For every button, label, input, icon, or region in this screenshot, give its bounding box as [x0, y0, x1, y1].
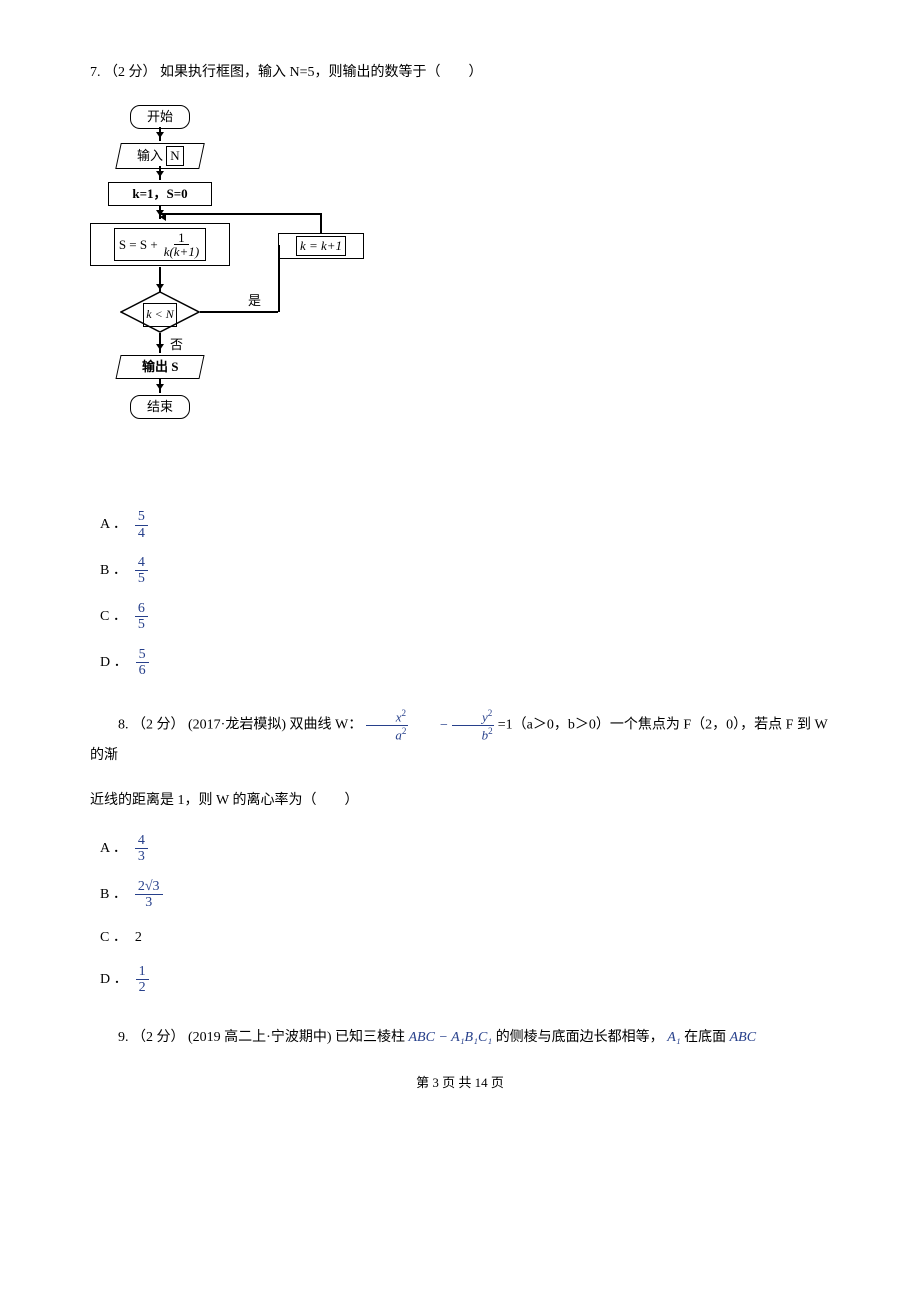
base-abc: ABC — [730, 1030, 756, 1045]
fc-end: 结束 — [130, 395, 190, 419]
fraction-icon: 45 — [135, 555, 148, 587]
fc-yes-label: 是 — [248, 289, 261, 312]
fc-init: k=1，S=0 — [108, 182, 212, 206]
fraction-icon: 54 — [135, 509, 148, 541]
q8-line2: 近线的距离是 1，则 W 的离心率为（ ） — [90, 788, 830, 813]
question-7: 7. （2 分） 如果执行框图，输入 N=5，则输出的数等于（ ） — [90, 60, 830, 85]
fc-no-label: 否 — [170, 333, 183, 356]
fraction-icon: 65 — [135, 601, 148, 633]
q8-choice-d: D ． 12 — [100, 964, 830, 996]
fc-arrow-icon — [159, 267, 161, 293]
prism-expr: ABC − A₁B₁C₁ — [409, 1030, 493, 1045]
q7-choice-b: B ． 45 — [100, 555, 830, 587]
fc-arrow-icon — [159, 166, 161, 180]
hyperbola-expr: x2a2 − y2b2 — [366, 708, 495, 742]
fc-line — [160, 213, 322, 215]
fraction-icon: 2√33 — [135, 879, 163, 911]
fc-arrow-icon — [159, 333, 161, 353]
question-8: 8. （2 分） (2017·龙岩模拟) 双曲线 W： x2a2 − y2b2 … — [90, 708, 830, 767]
fraction-icon: 43 — [135, 833, 148, 865]
point-a1: A₁ — [667, 1030, 680, 1045]
q7-points: （2 分） — [104, 65, 157, 80]
fraction-icon: 56 — [136, 647, 149, 679]
fc-line — [320, 213, 322, 233]
q8-choice-a: A ． 43 — [100, 833, 830, 865]
fc-line — [200, 311, 278, 313]
fraction-icon: 12 — [136, 964, 149, 996]
q7-choice-c: C ． 65 — [100, 601, 830, 633]
fc-formula: S = S + 1 k(k+1) — [90, 223, 230, 266]
fc-output: 输出 S — [115, 355, 204, 379]
flowchart: 开始 输入 N k=1，S=0 S = S + 1 k(k+1) — [90, 105, 410, 465]
fc-line — [278, 245, 280, 312]
q7-text: 如果执行框图，输入 N=5，则输出的数等于（ ） — [160, 65, 483, 80]
q8-choice-c: C ． 2 — [100, 925, 830, 950]
fc-increment: k = k+1 — [278, 233, 364, 259]
fc-arrow-icon — [159, 379, 161, 393]
q7-number: 7. — [90, 65, 101, 80]
fc-start: 开始 — [130, 105, 190, 129]
question-9: 9. （2 分） (2019 高二上·宁波期中) 已知三棱柱 ABC − A₁B… — [90, 1025, 830, 1050]
fc-arrow-icon — [159, 127, 161, 141]
q7-choice-a: A ． 54 — [100, 509, 830, 541]
q7-choice-d: D ． 56 — [100, 647, 830, 679]
page-footer: 第 3 页 共 14 页 — [90, 1071, 830, 1094]
fc-arrowhead-icon — [156, 213, 166, 221]
q8-choice-b: B ． 2√33 — [100, 879, 830, 911]
